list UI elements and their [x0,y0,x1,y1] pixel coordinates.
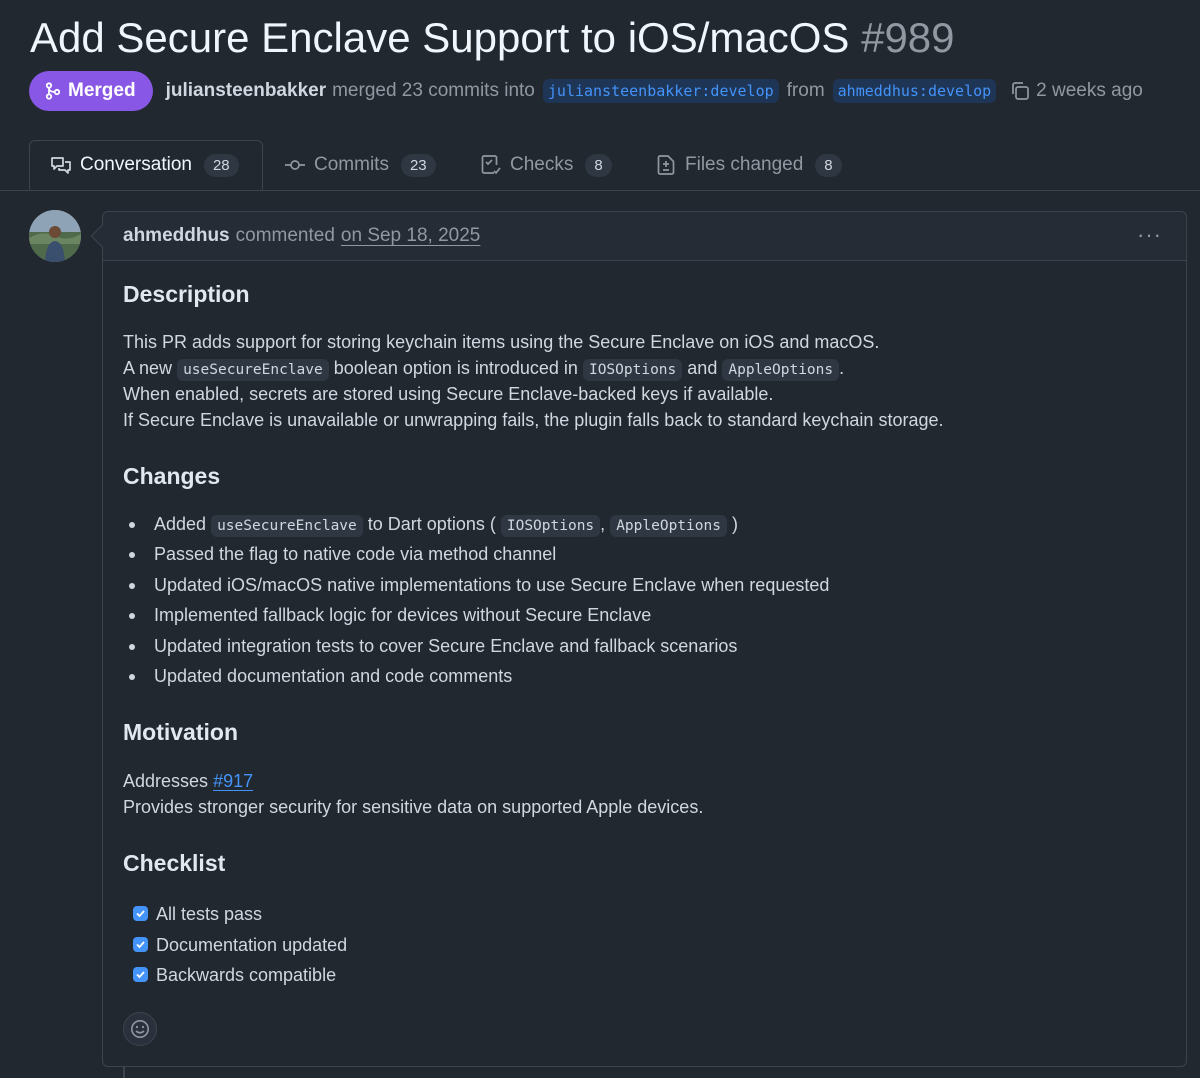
motivation-heading: Motivation [123,719,238,745]
comment-author-link[interactable]: ahmeddhus [123,225,230,247]
tab-commits-count: 23 [400,153,436,177]
motivation-line-1: Addresses #917 [123,768,253,794]
from-text: from [786,80,825,101]
description-line-2: A new useSecureEnclave boolean option is… [123,355,844,383]
pr-description-comment: ahmeddhus commented on Sep 18, 2025 ··· … [102,211,1187,1067]
tab-conversation[interactable]: Conversation 28 [29,140,263,190]
bullet-icon [129,583,135,589]
tab-files-changed[interactable]: Files changed 8 [655,140,842,190]
motivation-line-2: Provides stronger security for sensitive… [123,797,704,817]
comment-discussion-icon [51,157,71,174]
check-icon [136,941,145,949]
tab-conversation-label: Conversation [80,154,192,175]
merged-status-badge: Merged [29,71,153,111]
checkbox-checked[interactable] [133,906,148,921]
changes-text: Added [154,514,207,534]
changes-item: Updated integration tests to cover Secur… [154,636,738,656]
copy-icon[interactable] [1010,81,1030,101]
merged-status-label: Merged [68,80,136,101]
checkbox-checked[interactable] [133,937,148,952]
changes-text: , [600,514,606,534]
description-text: A new [123,358,173,378]
comment-header: ahmeddhus commented on Sep 18, 2025 ··· [103,212,1186,261]
inline-code: AppleOptions [722,359,840,381]
bullet-icon [129,674,135,680]
git-merge-icon [45,82,61,100]
changes-heading: Changes [123,463,221,489]
tab-files-changed-label: Files changed [685,154,804,175]
description-heading: Description [123,281,250,307]
file-diff-icon [657,155,675,175]
tab-conversation-count: 28 [203,153,239,177]
pr-number: #989 [861,14,955,61]
kebab-menu-icon[interactable]: ··· [1137,222,1162,248]
check-icon [136,910,145,918]
description-line-1: This PR adds support for storing keychai… [123,332,880,352]
tab-checks-label: Checks [510,154,574,175]
bullet-icon [129,522,135,528]
bullet-icon [129,613,135,619]
pr-meta: Merged juliansteenbakker merged 23 commi… [29,71,1143,111]
add-reaction-button[interactable] [123,1012,157,1046]
description-text: and [687,358,718,378]
issue-link[interactable]: #917 [213,771,253,791]
changes-text: to Dart options ( [367,514,496,534]
comment-action: commented [235,225,335,246]
changes-item: Added useSecureEnclave to Dart options (… [154,511,738,539]
checklist-heading: Checklist [123,850,226,876]
checklist-icon [481,155,501,175]
merged-commits-text: merged 23 commits into [332,80,535,101]
inline-code: useSecureEnclave [177,359,329,381]
motivation-text: Addresses [123,771,209,791]
changes-text: ) [731,514,738,534]
bullet-icon [129,552,135,558]
pr-title-text: Add Secure Enclave Support to iOS/macOS [30,14,850,61]
changes-item: Implemented fallback logic for devices w… [154,605,652,625]
author-avatar[interactable] [29,210,81,262]
pr-tab-nav: Conversation 28 Commits 23 Checks 8 File… [0,140,1200,191]
checkbox-checked[interactable] [133,967,148,982]
description-line-4: If Secure Enclave is unavailable or unwr… [123,410,944,430]
inline-code: IOSOptions [582,359,683,381]
check-icon [136,971,145,979]
base-branch-link[interactable]: juliansteenbakker:develop [542,79,779,103]
git-commit-icon [285,160,305,170]
changes-item: Updated documentation and code comments [154,666,513,686]
tab-files-changed-count: 8 [815,153,842,177]
changes-item: Passed the flag to native code via metho… [154,544,557,564]
inline-code: IOSOptions [500,515,601,537]
tab-checks[interactable]: Checks 8 [480,140,612,190]
smiley-icon [131,1020,149,1038]
inline-code: useSecureEnclave [211,515,363,537]
checklist-item: All tests pass [156,904,263,924]
bullet-icon [129,644,135,650]
comment-date-link[interactable]: on Sep 18, 2025 [341,225,480,247]
checklist-item: Documentation updated [156,935,348,955]
description-line-3: When enabled, secrets are stored using S… [123,384,774,404]
tab-checks-count: 8 [585,153,612,177]
checklist-item: Backwards compatible [156,965,337,985]
merger-username-link[interactable]: juliansteenbakker [166,80,327,102]
changes-item: Updated iOS/macOS native implementations… [154,575,830,595]
head-branch-link[interactable]: ahmeddhus:develop [832,79,997,103]
tab-commits[interactable]: Commits 23 [284,140,436,190]
pr-title: Add Secure Enclave Support to iOS/macOS … [30,12,955,64]
merged-time-ago: 2 weeks ago [1036,80,1143,101]
inline-code: AppleOptions [610,515,727,537]
timeline-line [123,1067,125,1078]
tab-commits-label: Commits [314,154,389,175]
description-text: boolean option is introduced in [333,358,578,378]
description-text: . [839,358,845,378]
